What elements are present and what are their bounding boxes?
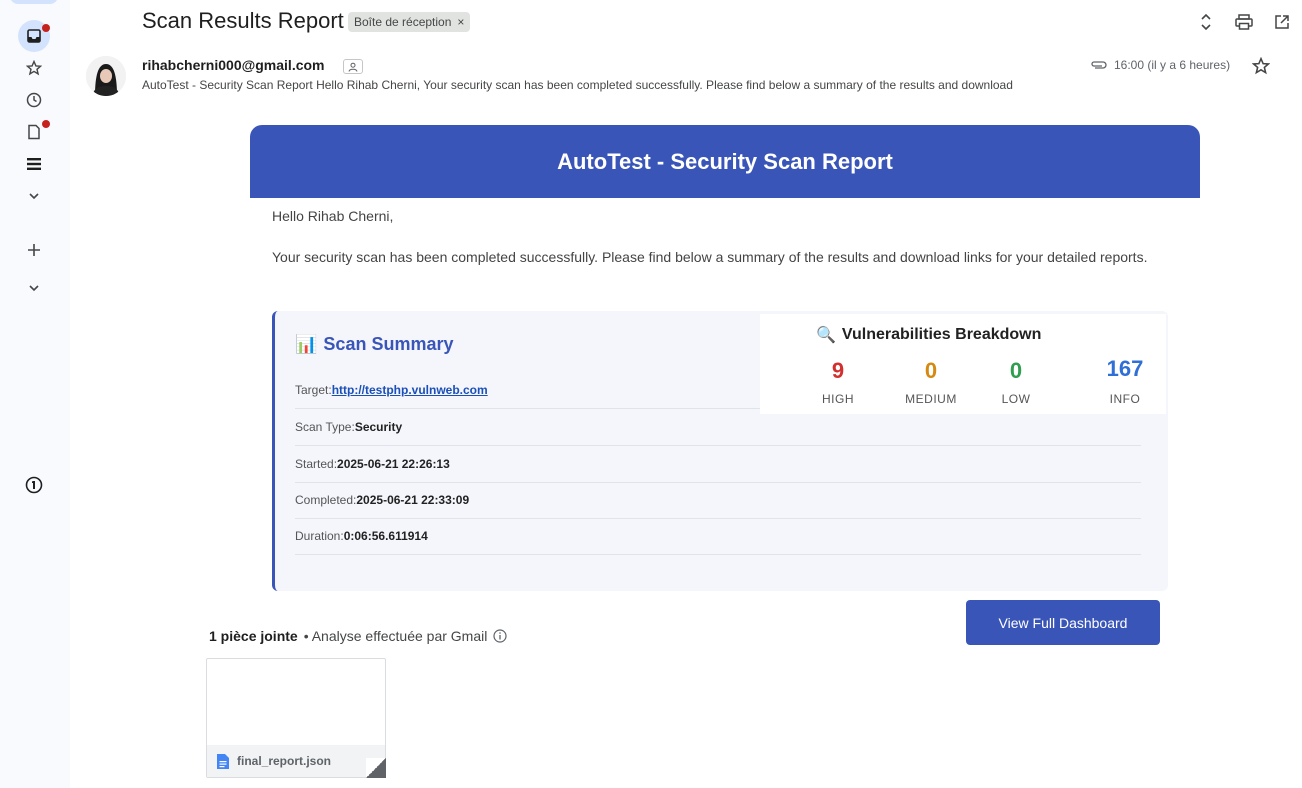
scan-note: • Analyse effectuée par Gmail (303, 628, 488, 644)
password-manager-icon (25, 476, 43, 494)
magnifier-icon: 🔍 (816, 327, 836, 344)
clock-icon (26, 92, 42, 108)
completed-label: Completed: (295, 493, 357, 507)
drafts-rail-button[interactable] (18, 116, 50, 148)
email-body: AutoTest - Security Scan Report (250, 125, 1200, 198)
inbox-icon (27, 29, 41, 43)
attachment-card[interactable]: final_report.json (206, 658, 386, 778)
attachments-header: 1 pièce jointe • Analyse effectuée par G… (209, 628, 507, 644)
star-message-button[interactable] (1251, 56, 1271, 80)
chevron-down-icon (29, 193, 39, 200)
message-meta: 16:00 (il y a 6 heures) (1090, 58, 1230, 72)
greeting: Hello Rihab Cherni, (272, 208, 394, 224)
duration-row: Duration: 0:06:56.611914 (295, 518, 1141, 555)
info-icon[interactable] (493, 629, 507, 643)
intro-paragraph: Your security scan has been completed su… (272, 249, 1148, 265)
add-label-button[interactable] (18, 234, 50, 266)
rail-top-pill (10, 0, 58, 4)
medium-count: 0 (924, 358, 938, 383)
scan-type-label: Scan Type: (295, 420, 355, 434)
more-rail-button[interactable] (18, 180, 50, 212)
info-label: INFO (1109, 392, 1141, 406)
started-row: Started: 2025-06-21 22:26:13 (295, 446, 1141, 483)
labels-expand-button[interactable] (18, 272, 50, 304)
inbox-label-chip[interactable]: Boîte de réception × (348, 12, 471, 32)
print-button[interactable] (1234, 12, 1254, 32)
printer-icon (1235, 14, 1253, 30)
extension-rail-button[interactable] (18, 469, 50, 501)
started-value: 2025-06-21 22:26:13 (337, 457, 450, 471)
scan-summary-heading: Scan Summary (323, 334, 454, 354)
medium-label: MEDIUM (905, 392, 957, 406)
high-label: HIGH (822, 392, 854, 406)
attachment-count: 1 pièce jointe (209, 628, 298, 644)
target-link[interactable]: http://testphp.vulnweb.com (332, 383, 488, 397)
file-icon (28, 124, 40, 140)
sender-avatar[interactable] (86, 56, 126, 96)
label-chip-text: Boîte de réception (354, 15, 452, 29)
target-label: Target: (295, 383, 332, 397)
duration-value: 0:06:56.611914 (343, 529, 428, 543)
avatar-portrait-icon (86, 56, 126, 96)
sender-email[interactable]: rihabcherni000@gmail.com (142, 57, 325, 73)
email-subject: Scan Results Report (142, 8, 344, 33)
star-icon (26, 60, 42, 76)
duration-label: Duration: (295, 529, 344, 543)
inbox-rail-button[interactable] (18, 20, 50, 52)
vulnerabilities-title: 🔍 Vulnerabilities Breakdown (816, 325, 1041, 345)
open-new-window-button[interactable] (1272, 12, 1292, 32)
snoozed-rail-button[interactable] (18, 84, 50, 116)
remove-label-icon[interactable]: × (457, 15, 464, 29)
categories-rail-button[interactable] (18, 148, 50, 180)
notification-dot (42, 24, 50, 32)
high-count: 9 (831, 358, 845, 383)
expand-collapse-button[interactable] (1196, 12, 1216, 32)
sender-details-button[interactable] (343, 59, 363, 74)
scan-summary-title: 📊 Scan Summary (295, 334, 453, 355)
attachment-filename: final_report.json (237, 754, 332, 768)
chevron-down-icon (29, 285, 39, 292)
thread-actions (1196, 12, 1292, 32)
page-fold (366, 758, 386, 778)
message-time: 16:00 (il y a 6 heures) (1114, 58, 1231, 72)
notification-dot (42, 120, 50, 128)
paperclip-icon (1091, 61, 1107, 69)
open-in-new-icon (1275, 15, 1289, 29)
unfold-icon (1201, 13, 1211, 31)
bar-chart-icon: 📊 (295, 334, 318, 354)
starred-rail-button[interactable] (18, 52, 50, 84)
view-dashboard-button[interactable]: View Full Dashboard (966, 600, 1160, 645)
low-label: LOW (1001, 392, 1031, 406)
attachment-footer: final_report.json (207, 745, 385, 777)
left-rail (0, 0, 70, 788)
low-count: 0 (1009, 358, 1023, 383)
report-banner: AutoTest - Security Scan Report (250, 125, 1200, 198)
scan-type-row: Scan Type: Security (295, 409, 1141, 446)
info-count: 167 (1106, 356, 1144, 381)
list-icon (27, 158, 41, 170)
plus-icon (28, 244, 40, 256)
completed-value: 2025-06-21 22:33:09 (356, 493, 470, 507)
message-snippet: AutoTest - Security Scan Report Hello Ri… (142, 78, 1013, 92)
vulnerabilities-heading: Vulnerabilities Breakdown (841, 326, 1042, 343)
person-icon (348, 62, 358, 72)
started-label: Started: (295, 457, 338, 471)
document-icon (217, 753, 229, 769)
star-icon (1251, 56, 1271, 75)
completed-row: Completed: 2025-06-21 22:33:09 (295, 482, 1141, 519)
scan-type-value: Security (354, 420, 403, 434)
